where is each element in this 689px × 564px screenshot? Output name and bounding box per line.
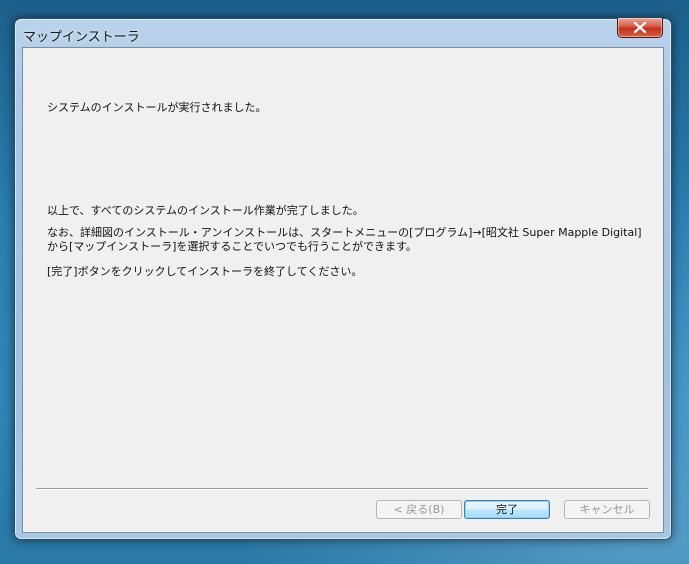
title-bar[interactable]: マップインストーラ bbox=[15, 18, 671, 47]
status-message: システムのインストールが実行されました。 bbox=[47, 101, 267, 114]
cancel-button[interactable]: キャンセル bbox=[564, 500, 650, 519]
window-title: マップインストーラ bbox=[23, 30, 140, 45]
uninstall-note: なお、詳細図のインストール・アンインストールは、スタートメニューの[プログラム]… bbox=[47, 226, 642, 253]
close-icon bbox=[633, 22, 647, 33]
close-button[interactable] bbox=[617, 18, 663, 38]
divider bbox=[36, 488, 648, 490]
dialog-content: システムのインストールが実行されました。 以上で、すべてのシステムのインストール… bbox=[22, 47, 664, 533]
finish-button[interactable]: 完了 bbox=[464, 500, 550, 519]
back-button[interactable]: < 戻る(B) bbox=[376, 500, 462, 519]
finish-instruction: [完了]ボタンをクリックしてインストーラを終了してください。 bbox=[47, 265, 363, 278]
installer-window: マップインストーラ システムのインストールが実行されました。 以上で、すべてのシ… bbox=[14, 18, 672, 540]
completion-message: 以上で、すべてのシステムのインストール作業が完了しました。 bbox=[47, 204, 364, 217]
